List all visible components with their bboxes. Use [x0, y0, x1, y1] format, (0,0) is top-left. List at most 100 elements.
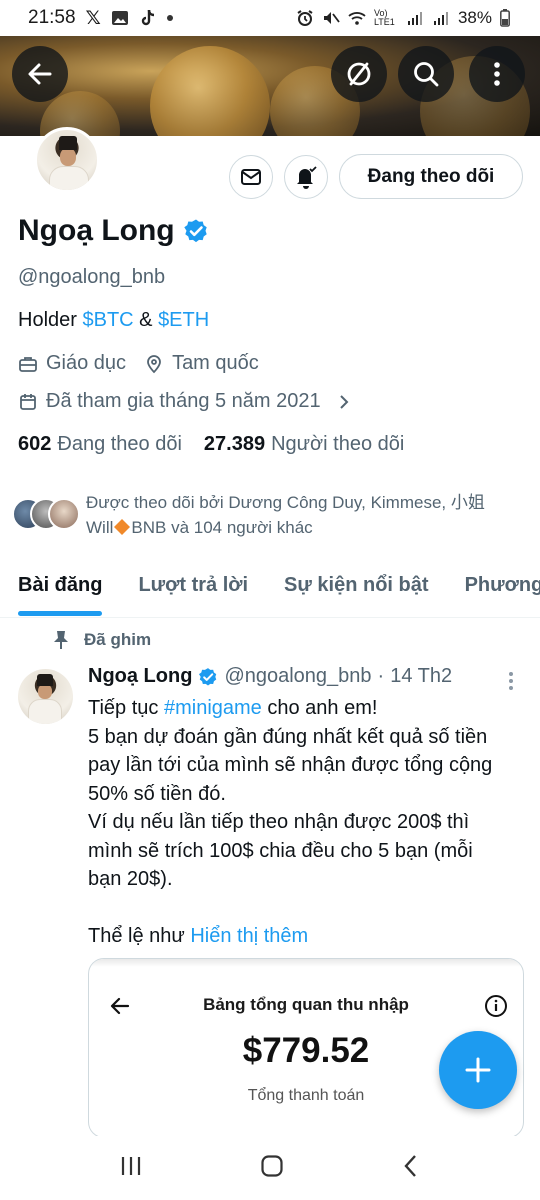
- profile-meta-row: Giáo dục Tam quốc: [18, 352, 259, 375]
- btc-cashtag-link[interactable]: $BTC: [82, 309, 133, 331]
- following-stat[interactable]: 602 Đang theo dõi: [18, 433, 182, 456]
- followed-by-line2-b: BNB và 104 người khác: [131, 518, 313, 537]
- tab-replies[interactable]: Lượt trả lời: [120, 566, 249, 617]
- post-author-handle[interactable]: @ngoalong_bnb: [224, 665, 371, 688]
- profile-bio: Holder $BTC & $ETH: [18, 309, 209, 332]
- battery-icon: [500, 9, 510, 27]
- tab-highlights[interactable]: Sự kiện nổi bật: [266, 566, 429, 617]
- profile-handle: @ngoalong_bnb: [18, 266, 166, 288]
- followed-by-text: Được theo dõi bởi Dương Công Duy, Kimmes…: [86, 490, 526, 540]
- alarm-icon: [297, 10, 313, 26]
- profile-name: Ngoạ Long: [18, 214, 175, 247]
- profile-tabs: Bài đăng Lượt trả lời Sự kiện nổi bật Ph…: [0, 566, 540, 618]
- signal-2-icon: [433, 12, 448, 25]
- compose-post-button[interactable]: [439, 1031, 517, 1109]
- recent-apps-icon: [121, 1156, 140, 1175]
- recent-apps-button[interactable]: [119, 1155, 143, 1182]
- tab-replies-label: Lượt trả lời: [138, 574, 249, 596]
- more-vertical-icon: [509, 672, 513, 690]
- verified-badge-icon: [199, 667, 217, 686]
- more-options-button[interactable]: [469, 46, 525, 102]
- post-line4: 50% số tiền đó.: [88, 782, 226, 805]
- bio-prefix: Holder: [18, 309, 83, 331]
- following-count: 602: [18, 433, 52, 455]
- notification-dot-icon: [166, 15, 173, 21]
- chevron-left-icon: [404, 1154, 417, 1177]
- post-date[interactable]: 14 Th2: [390, 665, 452, 688]
- notifications-button[interactable]: [284, 155, 328, 199]
- post-author-avatar[interactable]: [18, 669, 73, 724]
- follower-avatar: [48, 498, 80, 530]
- followed-by-section[interactable]: Được theo dõi bởi Dương Công Duy, Kimmes…: [12, 490, 532, 540]
- profile-banner: [0, 36, 540, 136]
- following-button[interactable]: Đang theo dõi: [339, 154, 523, 199]
- post-separator: ·: [377, 665, 385, 687]
- pin-icon: [54, 631, 68, 649]
- chevron-right-icon: [339, 394, 349, 409]
- minigame-hashtag-link[interactable]: #minigame: [164, 697, 262, 719]
- system-nav-bar: [0, 1136, 540, 1200]
- followed-by-line2-a: Will: [86, 518, 114, 537]
- post-line6: mình sẽ trích 100$ chia đều cho 5 bạn (m…: [88, 839, 473, 862]
- back-button[interactable]: [12, 46, 68, 102]
- home-button[interactable]: [260, 1154, 284, 1183]
- post-line1-a: Tiếp tục: [88, 697, 164, 719]
- bnb-diamond-icon: [114, 519, 131, 535]
- info-icon: [485, 995, 507, 1017]
- tab-media[interactable]: Phương tiện: [447, 566, 540, 617]
- verified-badge-icon: [183, 219, 207, 243]
- pinned-label: Đã ghim: [84, 630, 152, 649]
- post-line1-b: cho anh em!: [261, 697, 378, 719]
- post-author-name[interactable]: Ngoạ Long: [88, 665, 192, 688]
- profile-location: Tam quốc: [172, 352, 259, 374]
- slash-circle-icon: [347, 62, 371, 86]
- x-app-icon: 𝕏: [85, 7, 101, 29]
- pinned-indicator: Đã ghim: [52, 630, 151, 650]
- following-label: Đang theo dõi: [57, 433, 182, 455]
- followers-count: 27.389: [203, 433, 266, 455]
- wifi-icon: [348, 12, 366, 25]
- profile-category: Giáo dục: [46, 352, 127, 374]
- search-icon: [414, 62, 439, 87]
- battery-percent: 38%: [457, 8, 492, 27]
- post-line3: pay lần tới của mình sẽ nhận được tổng c…: [88, 754, 493, 776]
- post-more-button[interactable]: [505, 670, 517, 697]
- post-line5: Ví dụ nếu lần tiếp theo nhận được 200$ t…: [88, 811, 470, 833]
- profile-name-row: Ngoạ Long: [18, 214, 209, 248]
- tab-highlights-label: Sự kiện nổi bật: [284, 574, 429, 596]
- gallery-icon: [111, 11, 128, 25]
- eth-cashtag-link[interactable]: $ETH: [158, 309, 209, 331]
- lte-label: Vo) LTE1: [373, 8, 395, 27]
- location-pin-icon: [147, 354, 161, 373]
- bell-check-icon: [297, 166, 317, 189]
- show-more-link[interactable]: Hiển thị thêm: [190, 925, 308, 947]
- tiktok-icon: [141, 9, 154, 26]
- signal-icon: [407, 12, 422, 25]
- mail-icon: [241, 169, 261, 185]
- post-line2: 5 bạn dự đoán gần đúng nhất kết quả số t…: [88, 725, 488, 748]
- search-button[interactable]: [398, 46, 454, 102]
- followed-by-line1: Được theo dõi bởi Dương Công Duy, Kimmes…: [86, 493, 485, 512]
- post-line8-a: Thể lệ như: [88, 925, 191, 947]
- profile-stats: 602 Đang theo dõi 27.389 Người theo dõi: [18, 433, 404, 456]
- status-time: 21:58: [28, 7, 76, 28]
- briefcase-icon: [19, 356, 37, 372]
- post-header: Ngoạ Long @ngoalong_bnb · 14 Th2: [88, 665, 452, 688]
- tab-posts-label: Bài đăng: [18, 574, 103, 596]
- status-bar: 21:58 𝕏 Vo) LTE1 38%: [0, 0, 540, 36]
- active-tab-indicator: [18, 611, 103, 616]
- tab-media-label: Phương tiện: [464, 574, 540, 596]
- profile-joined-row[interactable]: Đã tham gia tháng 5 năm 2021: [18, 390, 353, 413]
- profile-avatar[interactable]: [34, 127, 100, 193]
- tab-posts[interactable]: Bài đăng: [0, 566, 103, 617]
- home-icon: [261, 1154, 283, 1177]
- bio-middle: &: [133, 309, 159, 331]
- post-line7: bạn 20$).: [88, 868, 173, 890]
- post-text: Tiếp tục #minigame cho anh em! 5 bạn dự …: [88, 694, 528, 951]
- back-nav-button[interactable]: [401, 1154, 421, 1183]
- grok-button[interactable]: [331, 46, 387, 102]
- message-button[interactable]: [229, 155, 273, 199]
- mute-icon: [323, 12, 340, 24]
- followers-stat[interactable]: 27.389 Người theo dõi: [204, 433, 404, 456]
- profile-joined: Đã tham gia tháng 5 năm 2021: [46, 390, 321, 412]
